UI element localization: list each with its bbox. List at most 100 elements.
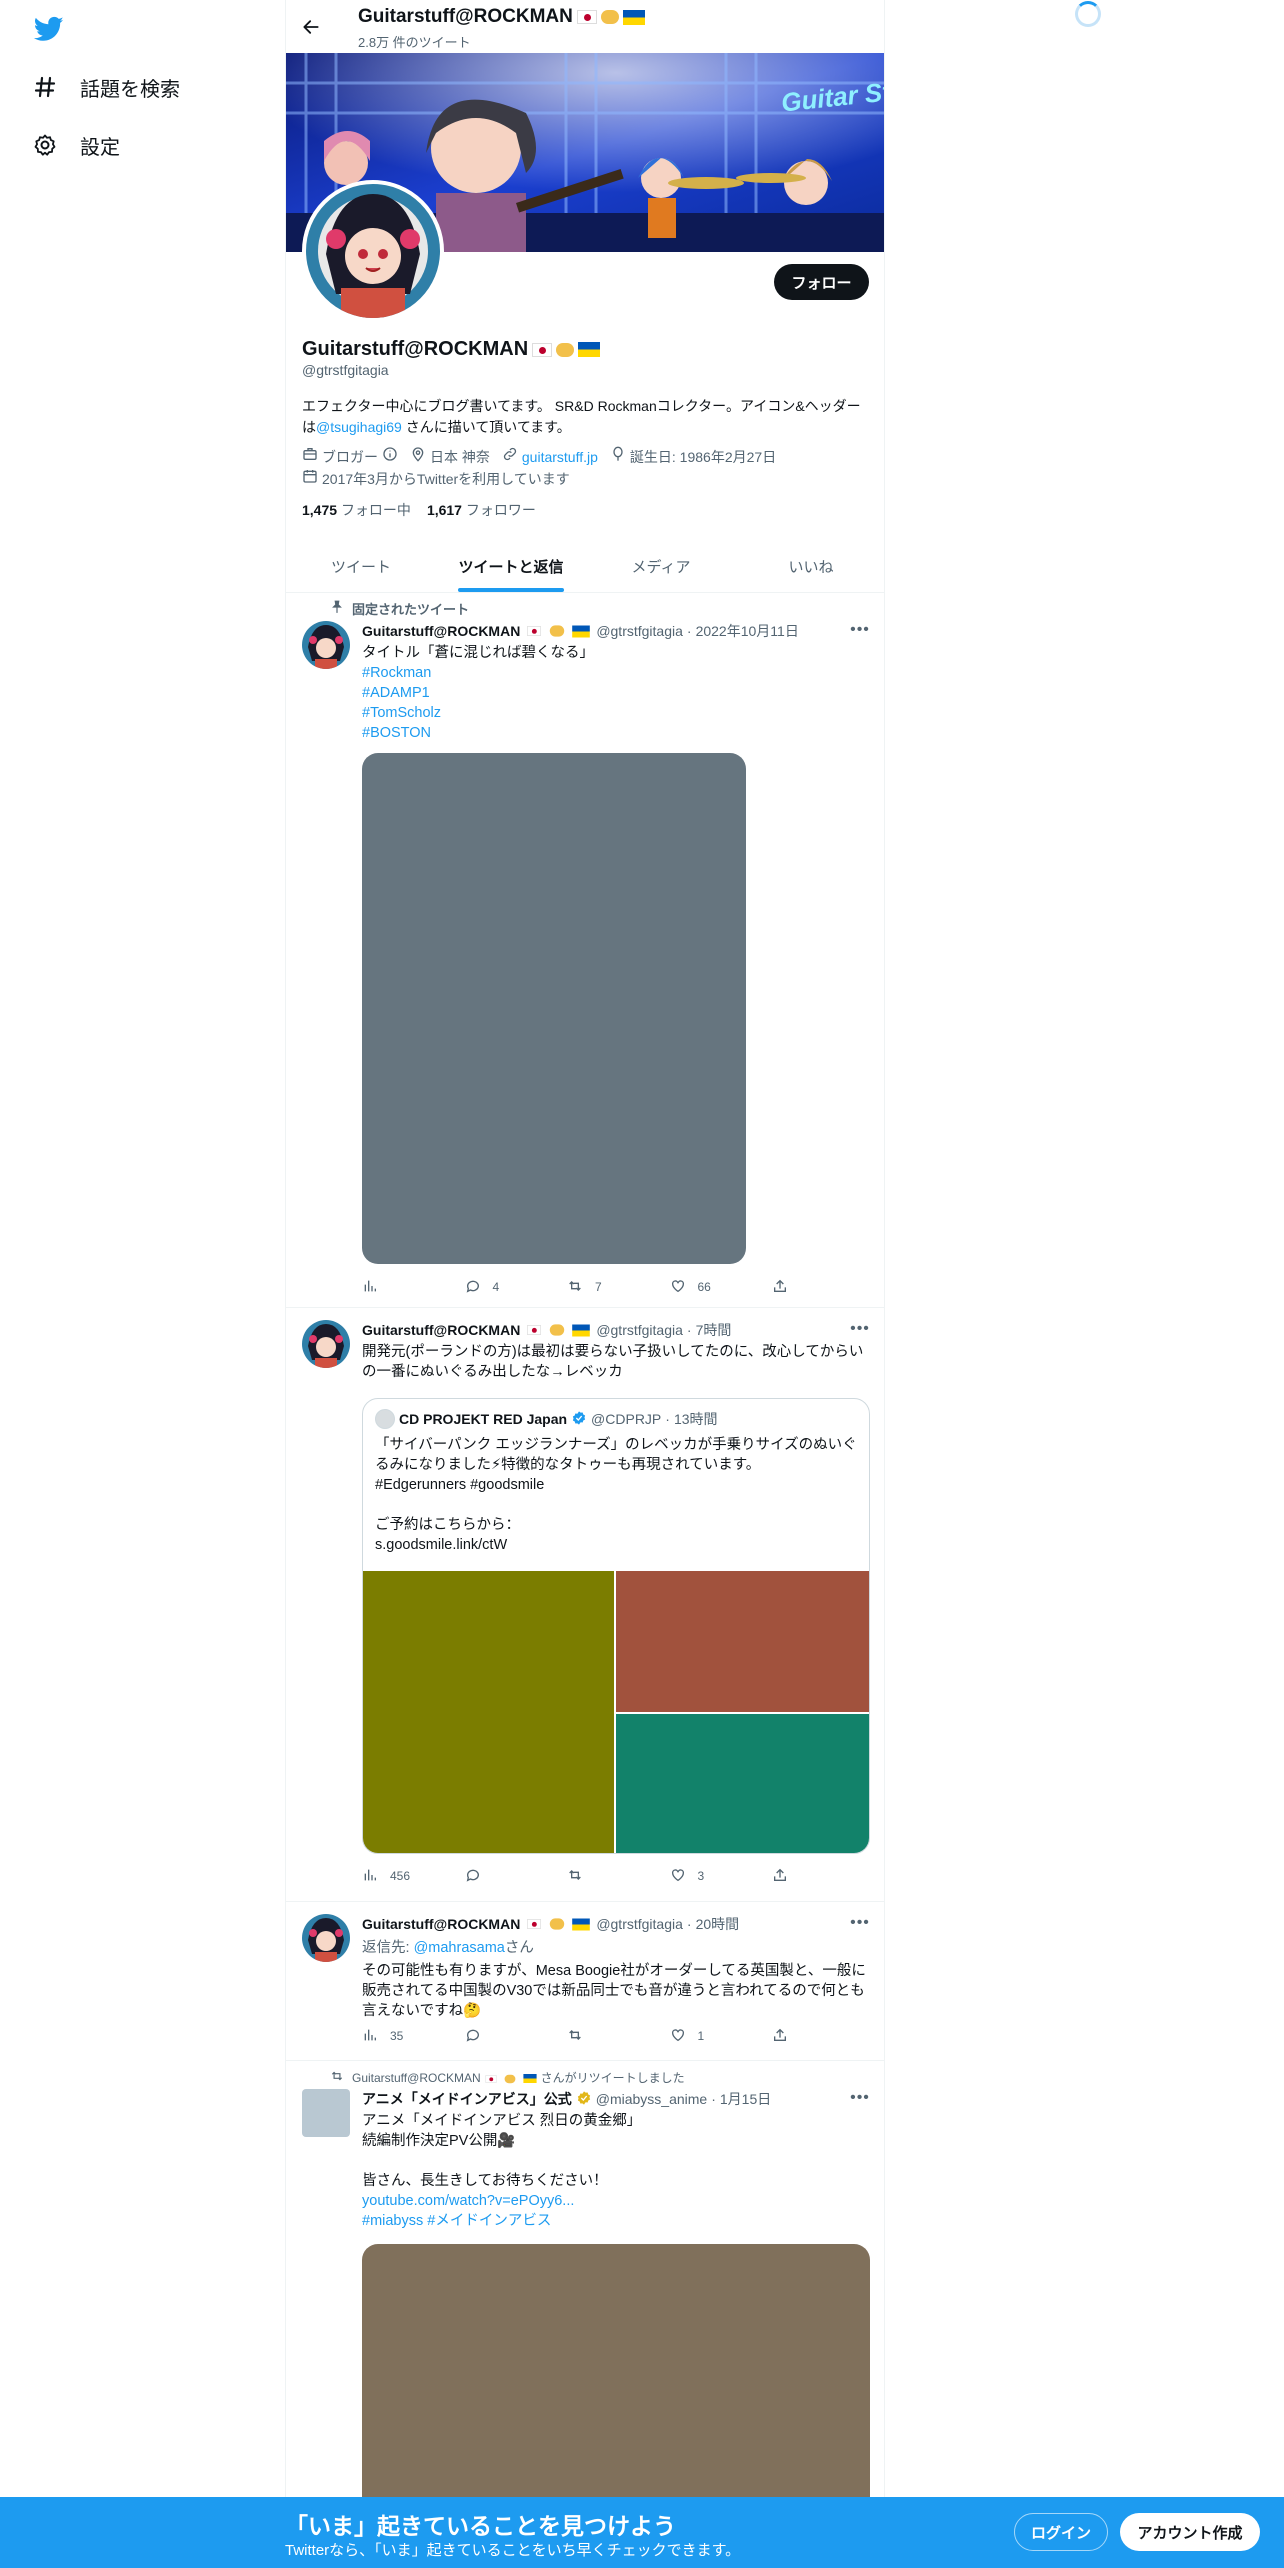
reply-button[interactable]: [465, 1866, 525, 1886]
tweet-body: Guitarstuff@ROCKMAN @gtrstfgitagia · 202…: [362, 621, 870, 743]
profile-handle: @gtrstfgitagia: [302, 362, 389, 378]
bio-mention-link[interactable]: @tsugihagi69: [316, 419, 402, 435]
reply-button[interactable]: [465, 2026, 525, 2046]
reply-button[interactable]: 4: [465, 1277, 525, 1297]
like-button[interactable]: 1: [670, 2026, 730, 2046]
following-link[interactable]: 1,475 フォロー中: [302, 500, 411, 520]
briefcase-icon: [302, 446, 318, 468]
japan-flag-icon: [527, 1919, 542, 1929]
website-link[interactable]: guitarstuff.jp: [522, 447, 598, 468]
sidebar: 話題を検索 設定: [0, 0, 285, 2568]
tweet-actions: 4 7 66: [362, 1277, 792, 1297]
handshake-icon: [556, 342, 575, 357]
heart-icon: [670, 1278, 686, 1297]
tweet-count: 2.8万 件のツイート: [358, 35, 471, 50]
tab-tweets-and-replies[interactable]: ツイートと返信: [436, 540, 586, 592]
location-item: 日本 神奈: [410, 446, 490, 468]
avatar[interactable]: [302, 2089, 350, 2137]
reply-bubble-icon: [465, 1278, 481, 1297]
retweet-icon: [567, 2027, 583, 2046]
analytics-button[interactable]: 456: [362, 1866, 422, 1886]
analytics-button[interactable]: [362, 1277, 422, 1297]
japan-flag-icon: [485, 2074, 497, 2083]
avatar[interactable]: [302, 1914, 350, 1962]
tweet-image[interactable]: [362, 753, 746, 1264]
page-title-text: Guitarstuff@ROCKMAN: [358, 6, 573, 27]
quote-image[interactable]: [363, 1571, 614, 1853]
retweeter-line: Guitarstuff@ROCKMAN さんがリツイートしました: [352, 2069, 685, 2086]
author-name[interactable]: Guitarstuff@ROCKMAN: [362, 1916, 520, 1932]
tweet-time[interactable]: 2022年10月11日: [696, 621, 799, 641]
login-button[interactable]: ログイン: [1014, 2513, 1108, 2551]
follow-stats: 1,475 フォロー中 1,617 フォロワー: [302, 500, 536, 520]
youtube-link[interactable]: youtube.com/watch?v=ePOyy6...: [362, 2191, 870, 2211]
retweet-button[interactable]: 7: [567, 1277, 627, 1297]
tweet-text: アニメ「メイドインアビス 烈日の黄金郷」 続編制作決定PV公開🎥 皆さん、長生き…: [362, 2111, 870, 2231]
tab-likes[interactable]: いいね: [736, 540, 884, 592]
hashtag-link[interactable]: #BOSTON: [362, 723, 870, 743]
avatar[interactable]: [302, 1320, 350, 1368]
pin-icon: [330, 600, 344, 617]
heart-icon: [670, 2027, 686, 2046]
back-arrow-icon[interactable]: [296, 12, 326, 42]
tweet-pinned[interactable]: 固定されたツイート ••• Guitarstuff@ROCKMAN @gtrst…: [286, 593, 884, 1308]
tweet-body: Guitarstuff@ROCKMAN @gtrstfgitagia · 7時間…: [362, 1320, 870, 1382]
hashtag-link[interactable]: #TomScholz: [362, 703, 870, 723]
tab-tweets[interactable]: ツイート: [286, 540, 436, 592]
sidebar-item-explore[interactable]: 話題を検索: [32, 67, 180, 107]
followers-link[interactable]: 1,617 フォロワー: [427, 500, 536, 520]
author-name[interactable]: Guitarstuff@ROCKMAN: [362, 1322, 520, 1338]
sidebar-item-settings[interactable]: 設定: [32, 125, 120, 165]
follow-button[interactable]: フォロー: [774, 264, 869, 300]
profile-header: Guitarstuff@ROCKMAN 2.8万 件のツイート: [286, 0, 884, 53]
tweet-time[interactable]: 7時間: [696, 1320, 732, 1340]
retweet-button[interactable]: [567, 1866, 627, 1886]
sidebar-item-label: 話題を検索: [80, 78, 180, 101]
retweet-icon: [567, 1867, 583, 1886]
author-name[interactable]: Guitarstuff@ROCKMAN: [362, 623, 520, 639]
twitter-bird-icon[interactable]: [32, 14, 66, 44]
author-handle[interactable]: @gtrstfgitagia: [596, 623, 683, 639]
tweet-text-line: アニメ「メイドインアビス 烈日の黄金郷」: [362, 2113, 642, 2129]
tweet-retweeted[interactable]: Guitarstuff@ROCKMAN さんがリツイートしました ••• アニメ「…: [286, 2061, 884, 2568]
quoted-tweet[interactable]: CD PROJEKT RED Japan @CDPRJP · 13時間 「サイバ…: [362, 1398, 870, 1854]
author-handle[interactable]: @gtrstfgitagia: [596, 1916, 683, 1932]
like-button[interactable]: 3: [670, 1866, 730, 1886]
tab-media[interactable]: メディア: [586, 540, 736, 592]
tweet-actions: 35 1: [362, 2026, 792, 2046]
reply-to-link[interactable]: @mahrasama: [414, 1940, 505, 1956]
hashtag-link[interactable]: #ADAMP1: [362, 683, 870, 703]
sidebar-item-label: 設定: [80, 136, 120, 159]
quote-image[interactable]: [616, 1571, 869, 1712]
verified-gold-badge-icon: [576, 2090, 592, 2109]
retweet-button[interactable]: [567, 2026, 627, 2046]
profile-tabs: ツイート ツイートと返信 メディア いいね: [286, 540, 884, 593]
info-icon[interactable]: [382, 446, 398, 468]
tweet-time[interactable]: 1月15日: [720, 2089, 771, 2109]
analytics-button[interactable]: 35: [362, 2026, 422, 2046]
hashtag-link[interactable]: #miabyss #メイドインアビス: [362, 2211, 870, 2231]
profile-avatar[interactable]: [302, 180, 444, 322]
share-button[interactable]: [772, 2026, 792, 2046]
signup-button[interactable]: アカウント作成: [1120, 2513, 1260, 2551]
share-button[interactable]: [772, 1866, 792, 1886]
tweet-text-line: 皆さん、長生きしてお待ちください！: [362, 2173, 608, 2189]
retweeter-name[interactable]: Guitarstuff@ROCKMAN: [352, 2071, 481, 2085]
tweet-quote[interactable]: ••• Guitarstuff@ROCKMAN @gtrstfgitagia ·…: [286, 1308, 884, 1902]
tweet-text-line: タイトル「蒼に混じれば碧くなる」: [362, 645, 594, 661]
separator-dot: ·: [665, 1411, 670, 1427]
author-handle[interactable]: @miabyss_anime: [596, 2091, 707, 2107]
tweet-reply[interactable]: ••• Guitarstuff@ROCKMAN @gtrstfgitagia ·…: [286, 1902, 884, 2061]
tweet-time[interactable]: 20時間: [696, 1914, 740, 1934]
likes-count: 66: [697, 1280, 711, 1294]
quote-image[interactable]: [616, 1714, 869, 1853]
like-button[interactable]: 66: [670, 1277, 730, 1297]
hashtag-link[interactable]: #Rockman: [362, 663, 870, 683]
avatar[interactable]: [302, 621, 350, 669]
author-name[interactable]: アニメ「メイドインアビス」公式: [362, 2089, 572, 2109]
share-button[interactable]: [772, 1277, 792, 1297]
handshake-icon: [550, 1324, 565, 1336]
author-handle[interactable]: @gtrstfgitagia: [596, 1322, 683, 1338]
handshake-icon: [600, 10, 619, 24]
